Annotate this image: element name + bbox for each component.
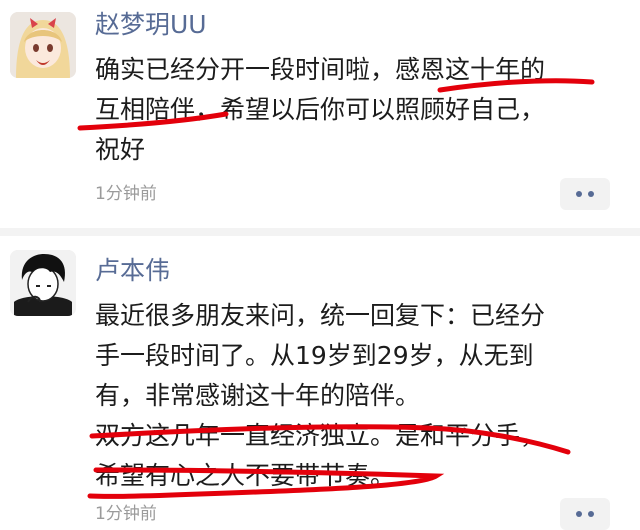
avatar[interactable] [10,12,76,78]
more-options-button[interactable] [560,178,610,210]
more-options-icon [576,511,582,517]
comment-line: 最近很多朋友来问，统一回复下：已经分 [95,301,546,330]
comment-text: 确实已经分开一段时间啦，感恩这十年的 互相陪伴，希望以后你可以照顾好自己， 祝好 [95,50,545,170]
more-options-button[interactable] [560,498,610,530]
comment-line: 互相陪伴，希望以后你可以照顾好自己， [95,95,546,124]
comment-line: 祝好 [95,135,146,164]
comment-timestamp: 1分钟前 [95,184,157,204]
more-options-icon [576,191,582,197]
comment-line: 确实已经分开一段时间啦，感恩这十年的 [95,55,546,84]
comment-line: 双方这几年一直经济独立。是和平分手， [95,421,546,450]
comment-line: 有，非常感谢这十年的陪伴。 [95,381,421,410]
comment-line: 手一段时间了。从19岁到29岁，从无到 [95,341,534,370]
comment-text: 最近很多朋友来问，统一回复下：已经分 手一段时间了。从19岁到29岁，从无到 有… [95,296,545,496]
comment-line: 希望有心之人不要带节奏。 [95,461,396,490]
comment-item: 赵梦玥UU 确实已经分开一段时间啦，感恩这十年的 互相陪伴，希望以后你可以照顾好… [0,0,640,225]
comment-author[interactable]: 赵梦玥UU [95,8,207,42]
avatar[interactable] [10,250,76,316]
comment-author[interactable]: 卢本伟 [95,254,170,288]
more-options-icon [588,191,594,197]
divider [0,228,640,236]
more-options-icon [588,511,594,517]
anime-girl-avatar-icon [10,12,76,78]
comment-timestamp: 1分钟前 [95,504,157,524]
anime-boy-avatar-icon [10,250,76,316]
comment-item: 卢本伟 最近很多朋友来问，统一回复下：已经分 手一段时间了。从19岁到29岁，从… [0,236,640,530]
